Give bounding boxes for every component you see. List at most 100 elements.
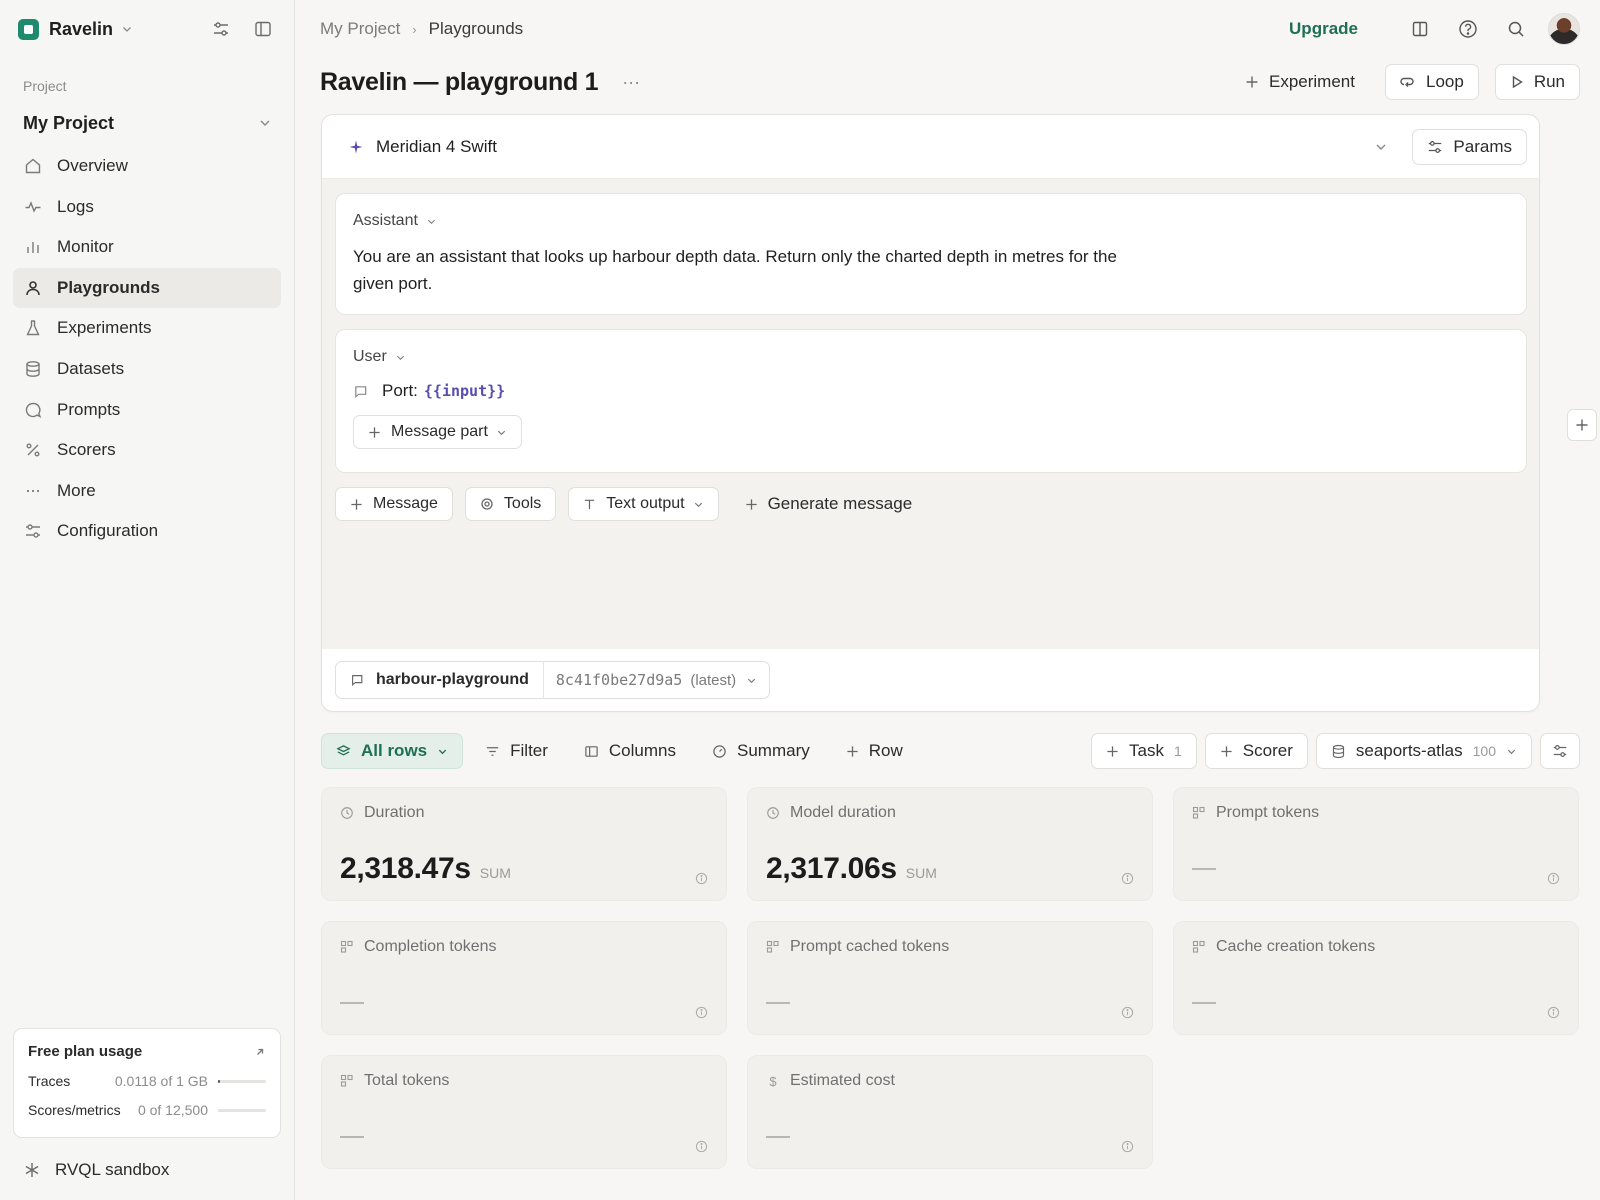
params-button[interactable]: Params <box>1412 128 1527 165</box>
brand-logo-icon <box>18 18 39 40</box>
project-selector[interactable]: My Project <box>0 104 294 142</box>
dataset-version-dropdown[interactable]: 8c41f0be27d9a5 (latest) <box>544 671 769 689</box>
plus-icon <box>350 498 363 511</box>
sidebar-item-monitor[interactable]: Monitor <box>13 227 281 267</box>
sliders-icon[interactable] <box>206 14 236 44</box>
sidebar-item-configuration[interactable]: Configuration <box>13 511 281 551</box>
dataset-name: harbour-playground <box>376 671 529 688</box>
free-plan-usage-card[interactable]: Free plan usage Traces 0.0118 of 1 GB Sc… <box>13 1028 281 1138</box>
summary-button[interactable]: Summary <box>712 741 810 761</box>
info-icon[interactable] <box>1121 1140 1134 1153</box>
page-title: Ravelin — playground 1 <box>320 67 599 96</box>
all-rows-dropdown[interactable]: All rows <box>321 733 464 769</box>
metric-empty-dash <box>1192 1002 1216 1004</box>
assistant-role-selector[interactable]: Assistant <box>353 212 1509 230</box>
sidebar-item-datasets[interactable]: Datasets <box>13 349 281 389</box>
chevron-down-icon <box>746 675 757 686</box>
loop-button[interactable]: Loop <box>1384 64 1479 100</box>
search-icon[interactable] <box>1504 17 1528 41</box>
text-output-dropdown[interactable]: Text output <box>568 487 719 521</box>
upgrade-link[interactable]: Upgrade <box>1289 19 1358 39</box>
columns-button[interactable]: Columns <box>584 741 676 761</box>
rvql-sandbox-link[interactable]: RVQL sandbox <box>23 1160 169 1180</box>
metric-label: Prompt tokens <box>1216 804 1320 821</box>
chevron-down-icon[interactable] <box>121 23 133 35</box>
user-message-text[interactable]: Port: {{input}} <box>353 381 1509 401</box>
usage-value: 0.0118 of 1 GB <box>114 1073 208 1089</box>
scorer-label: Scorer <box>1242 741 1293 760</box>
user-avatar[interactable] <box>1548 13 1580 45</box>
sidebar-toggle-icon[interactable] <box>248 14 278 44</box>
dataset-name-button[interactable]: harbour-playground <box>336 662 544 698</box>
info-icon[interactable] <box>1547 872 1560 885</box>
more-options-icon[interactable]: ··· <box>622 72 640 93</box>
add-message-part-button[interactable]: Message part <box>353 415 522 449</box>
info-icon[interactable] <box>695 872 708 885</box>
sidebar-item-experiments[interactable]: Experiments <box>13 308 281 348</box>
sidebar-item-prompts[interactable]: Prompts <box>13 390 281 430</box>
prompt-actions: Message Tools Text output Generate messa… <box>335 487 912 521</box>
model-chevron-down-icon[interactable] <box>1374 140 1388 154</box>
summary-metrics-grid: Duration 2,318.47s SUM Model duration 2,3… <box>321 787 1580 1169</box>
chevron-down-icon <box>426 216 437 227</box>
add-experiment-button[interactable]: Experiment <box>1231 64 1369 100</box>
sidebar-item-label: Prompts <box>57 399 121 419</box>
metric-label: Estimated cost <box>790 1072 895 1089</box>
dollar-icon: $ <box>769 1073 777 1089</box>
usage-value: 0 of 12,500 <box>137 1102 208 1118</box>
summary-label: Summary <box>737 741 810 760</box>
tools-button[interactable]: Tools <box>464 487 557 521</box>
sidebar-item-more[interactable]: More <box>13 471 281 511</box>
usage-title: Free plan usage <box>28 1043 143 1060</box>
model-name[interactable]: Meridian 4 Swift <box>376 137 497 157</box>
info-icon[interactable] <box>1121 1006 1134 1019</box>
add-row-button[interactable]: Row <box>846 741 903 761</box>
add-scorer-button[interactable]: Scorer <box>1204 733 1308 769</box>
dataset-selector-row: harbour-playground 8c41f0be27d9a5 (lates… <box>322 649 1539 711</box>
dataset-version: 8c41f0be27d9a5 <box>555 671 683 689</box>
loop-label: Loop <box>1425 72 1464 91</box>
chat-bubble-icon <box>23 400 43 420</box>
database-icon <box>23 359 43 379</box>
top-bar: My Project › Playgrounds Upgrade <box>295 0 1600 58</box>
sliders-icon <box>1427 139 1443 155</box>
sidebar-item-playgrounds[interactable]: Playgrounds <box>13 267 281 308</box>
info-icon[interactable] <box>1121 872 1134 885</box>
gauge-icon <box>712 744 727 759</box>
add-column-plus-icon[interactable] <box>1567 409 1597 441</box>
assistant-message-text[interactable]: You are an assistant that looks up harbo… <box>353 243 1153 297</box>
add-task-button[interactable]: Task 1 <box>1091 733 1197 769</box>
metric-card-model-duration: Model duration 2,317.06s SUM <box>747 787 1153 901</box>
breadcrumb-project[interactable]: My Project <box>320 19 400 39</box>
project-name: My Project <box>23 112 115 133</box>
sidebar-item-label: Playgrounds <box>57 277 160 297</box>
info-icon[interactable] <box>1547 1006 1560 1019</box>
sidebar-item-label: Monitor <box>57 237 114 257</box>
text-type-icon <box>583 498 596 511</box>
sidebar-item-label: More <box>57 480 96 500</box>
main-content: My Project › Playgrounds Upgrade Ravelin… <box>295 0 1600 1200</box>
filter-button[interactable]: Filter <box>485 741 548 761</box>
token-icon <box>340 1074 354 1088</box>
message-icon <box>350 673 364 687</box>
info-icon[interactable] <box>695 1006 708 1019</box>
usage-progress-bar <box>218 1079 266 1083</box>
dataset-dropdown[interactable]: seaports-atlas 100 <box>1315 733 1532 769</box>
help-icon[interactable] <box>1456 17 1480 41</box>
metric-unit: SUM <box>479 865 511 881</box>
split-view-icon[interactable] <box>1408 17 1432 41</box>
info-icon[interactable] <box>695 1140 708 1153</box>
breadcrumb-current[interactable]: Playgrounds <box>429 19 524 39</box>
arrow-up-right-icon[interactable] <box>254 1046 266 1058</box>
dataset-selector[interactable]: harbour-playground 8c41f0be27d9a5 (lates… <box>335 661 771 699</box>
sidebar-item-logs[interactable]: Logs <box>13 187 281 227</box>
generate-message-button[interactable]: Generate message <box>745 494 912 514</box>
add-message-button[interactable]: Message <box>335 487 453 521</box>
run-button[interactable]: Run <box>1494 64 1580 100</box>
brand-name[interactable]: Ravelin <box>49 19 113 40</box>
sidebar-item-label: Configuration <box>57 521 159 541</box>
user-role-selector[interactable]: User <box>353 348 1509 366</box>
sidebar-item-scorers[interactable]: Scorers <box>13 430 281 470</box>
view-settings-button[interactable] <box>1540 733 1580 769</box>
sidebar-item-overview[interactable]: Overview <box>13 146 281 186</box>
